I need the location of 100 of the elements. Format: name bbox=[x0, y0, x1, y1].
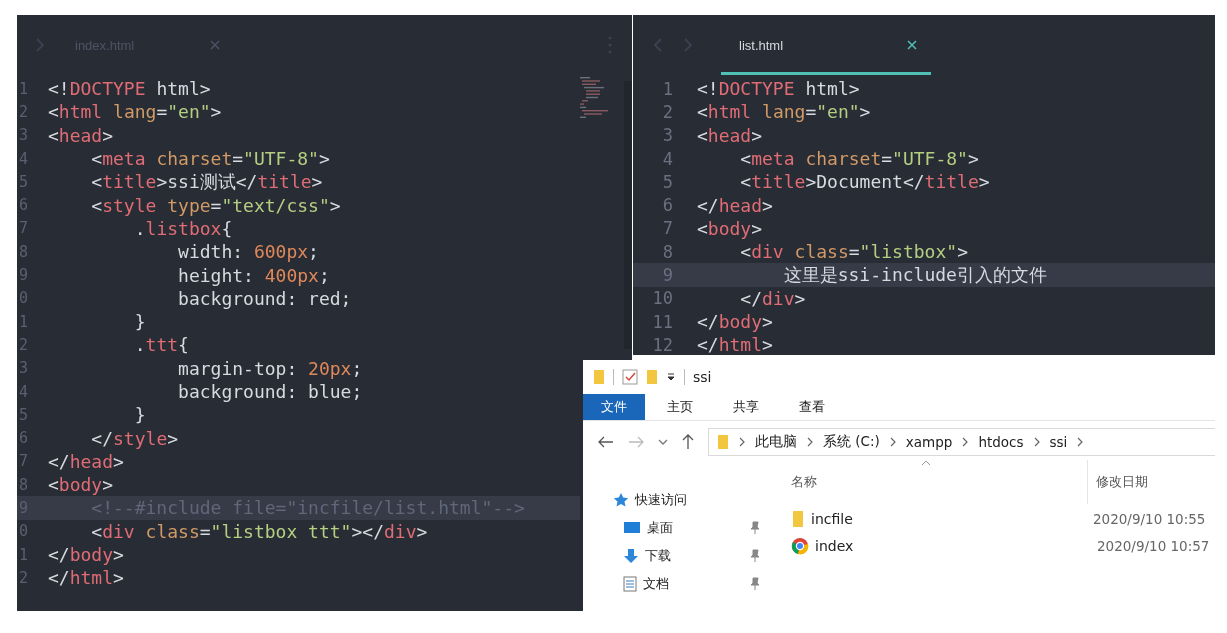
code-line: <title>Document</title> bbox=[739, 171, 990, 193]
code-line: <html lang="en"> bbox=[697, 101, 871, 123]
ribbon-tab[interactable]: 查看 bbox=[781, 394, 843, 420]
sidebar-item[interactable]: 下载 bbox=[613, 542, 773, 570]
code-line: <body> bbox=[697, 217, 763, 239]
line-number: 4 bbox=[661, 148, 673, 169]
line-number: 3 bbox=[17, 359, 28, 378]
sidebar-item[interactable]: 快速访问 bbox=[613, 486, 773, 514]
breadcrumb[interactable]: 系统 (C:) bbox=[823, 433, 880, 451]
line-number: 5 bbox=[661, 171, 673, 192]
close-icon[interactable] bbox=[907, 40, 917, 50]
line-number: 10 bbox=[651, 288, 673, 309]
code-line: </div> bbox=[739, 287, 806, 309]
pin-icon[interactable] bbox=[749, 577, 761, 591]
column-header[interactable]: 修改日期 bbox=[1087, 460, 1148, 504]
code-line: height: 400px; bbox=[177, 264, 330, 286]
line-number: 1 bbox=[17, 79, 28, 98]
download-icon bbox=[623, 548, 639, 564]
code-line: .listbox{ bbox=[133, 217, 233, 239]
code-line: background: red; bbox=[177, 287, 352, 309]
line-number: 7 bbox=[661, 218, 673, 239]
up-arrow-icon[interactable] bbox=[682, 434, 694, 450]
code-line: </body> bbox=[697, 311, 773, 333]
line-number: 3 bbox=[17, 126, 28, 145]
code-line: <div class="listbox ttt"></div> bbox=[90, 520, 428, 542]
code-line: </head> bbox=[48, 450, 124, 472]
pin-icon[interactable] bbox=[749, 549, 761, 563]
window-title: ssi bbox=[693, 369, 712, 385]
code-line: <meta charset="UTF-8"> bbox=[90, 148, 330, 170]
code-line: </body> bbox=[48, 544, 124, 566]
file-row[interactable]: incfile 2020/9/10 10:55 bbox=[791, 506, 1215, 531]
scrollbar[interactable] bbox=[624, 81, 632, 349]
code-line: <head> bbox=[697, 124, 763, 146]
sidebar-item[interactable]: 桌面 bbox=[613, 514, 773, 542]
breadcrumb[interactable]: 此电脑 bbox=[755, 433, 797, 451]
line-number: 6 bbox=[17, 196, 28, 215]
line-number: 7 bbox=[17, 452, 28, 471]
chevron-right-icon[interactable] bbox=[739, 437, 745, 447]
chevron-right-icon[interactable] bbox=[1033, 437, 1040, 447]
code-line: </style> bbox=[90, 427, 179, 449]
forward-arrow-icon[interactable] bbox=[628, 436, 644, 448]
file-row[interactable]: index 2020/9/10 10:57 bbox=[791, 533, 1215, 558]
line-number: 0 bbox=[17, 289, 28, 308]
code-line: <title>ssi测试</title> bbox=[90, 169, 323, 194]
folder-icon bbox=[791, 509, 805, 528]
back-arrow-icon[interactable] bbox=[598, 436, 614, 448]
code-line: <meta charset="UTF-8"> bbox=[739, 148, 979, 170]
breadcrumb[interactable]: xampp bbox=[905, 434, 953, 450]
line-number: 3 bbox=[661, 125, 673, 146]
line-number: 1 bbox=[17, 312, 28, 331]
chevron-down-icon[interactable] bbox=[658, 438, 668, 446]
chevron-right-icon[interactable] bbox=[962, 437, 969, 447]
line-number: 9 bbox=[661, 265, 673, 285]
chevron-right-icon[interactable] bbox=[889, 437, 896, 447]
breadcrumb[interactable]: ssi bbox=[1049, 434, 1068, 450]
line-number: 8 bbox=[661, 241, 673, 262]
line-number: 6 bbox=[17, 429, 28, 448]
code-line: <body> bbox=[48, 474, 114, 496]
chevron-right-icon[interactable] bbox=[807, 437, 813, 447]
line-number: 5 bbox=[17, 405, 28, 424]
code-line: 这里是ssi-include引入的文件 bbox=[782, 263, 1047, 288]
folder-icon bbox=[593, 369, 605, 385]
line-number: 11 bbox=[651, 311, 673, 332]
line-number: 7 bbox=[17, 219, 28, 238]
code-line: <style type="text/css"> bbox=[90, 194, 341, 216]
code-line: <html lang="en"> bbox=[48, 101, 222, 123]
file-tab[interactable]: list.html bbox=[721, 15, 931, 75]
line-number: 4 bbox=[17, 382, 28, 401]
breadcrumb[interactable]: htdocs bbox=[978, 434, 1024, 450]
dropdown-icon[interactable] bbox=[666, 372, 676, 382]
ribbon-tab[interactable]: 共享 bbox=[715, 394, 777, 420]
line-number: 2 bbox=[17, 568, 28, 587]
line-number: 1 bbox=[661, 78, 673, 99]
code-line: background: blue; bbox=[177, 381, 363, 402]
monitor-icon bbox=[623, 521, 641, 535]
code-line: </html> bbox=[697, 334, 773, 356]
code-line: margin-top: 20px; bbox=[177, 357, 363, 379]
line-number: 2 bbox=[17, 335, 28, 354]
sidebar-item[interactable]: 文档 bbox=[613, 570, 773, 598]
code-line: <div class="listbox"> bbox=[739, 241, 968, 263]
line-number: 8 bbox=[17, 242, 28, 261]
folder-icon bbox=[717, 434, 729, 450]
address-bar[interactable]: 此电脑 系统 (C:) xampp htdocs ssi bbox=[708, 428, 1215, 456]
line-number: 4 bbox=[17, 149, 28, 168]
code-line: <head> bbox=[48, 124, 114, 146]
chevron-right-icon[interactable] bbox=[1077, 437, 1084, 447]
code-line: <!DOCTYPE html> bbox=[48, 78, 211, 100]
code-line: </html> bbox=[48, 567, 124, 589]
ribbon-tab[interactable]: 主页 bbox=[649, 394, 711, 420]
column-header[interactable]: 名称 bbox=[791, 473, 1087, 491]
line-number: 2 bbox=[661, 101, 673, 122]
ribbon-tab[interactable]: 文件 bbox=[583, 394, 645, 420]
checkbox-icon[interactable] bbox=[622, 369, 638, 385]
code-line: <!DOCTYPE html> bbox=[697, 78, 860, 100]
document-icon bbox=[623, 576, 637, 592]
code-line: } bbox=[133, 311, 146, 333]
pin-icon[interactable] bbox=[749, 521, 761, 535]
line-number: 2 bbox=[17, 102, 28, 121]
code-line: </head> bbox=[697, 194, 773, 216]
line-number: 9 bbox=[17, 266, 28, 284]
